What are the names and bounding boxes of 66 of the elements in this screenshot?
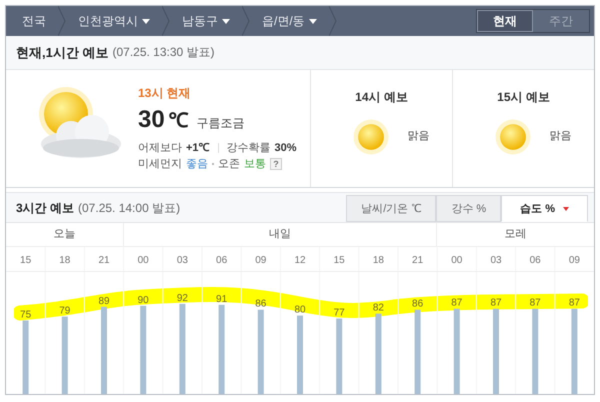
compare-label: 어제보다	[138, 140, 182, 156]
value-label: 89	[98, 296, 110, 307]
day-label: 내일	[268, 227, 291, 242]
hour-label: 09	[255, 255, 266, 266]
value-label: 75	[20, 310, 32, 320]
breadcrumb-item[interactable]: 남동구	[170, 6, 242, 36]
sun-icon	[494, 118, 532, 156]
temperature-unit: ℃	[168, 108, 189, 134]
value-label: 87	[490, 298, 502, 309]
temperature-value: 30	[138, 104, 165, 135]
hour-label: 18	[372, 255, 384, 266]
data-tab[interactable]: 강수 %	[436, 195, 502, 222]
ozone-label: 오존	[218, 157, 240, 172]
current-time-label: 13시 현재	[138, 84, 192, 102]
hour-label: 18	[59, 255, 70, 266]
issued-time: (07.25. 13:30 발표)	[112, 44, 215, 62]
help-button[interactable]: ?	[270, 158, 282, 170]
value-label: 92	[176, 292, 188, 304]
value-label: 79	[59, 306, 70, 317]
breadcrumb-item[interactable]: 인천광역시	[66, 6, 162, 36]
day-label: 모레	[504, 227, 527, 242]
compare-value: +1℃	[186, 140, 210, 156]
breadcrumb-item[interactable]: 전국	[10, 6, 58, 36]
rain-value: 30%	[274, 140, 297, 156]
hour-label: 09	[568, 255, 580, 266]
hour-label: 06	[216, 255, 228, 266]
hour-label: 21	[412, 255, 424, 266]
caret-icon	[563, 206, 569, 211]
hour-label: 21	[98, 255, 110, 266]
forecast-condition: 맑음	[408, 129, 430, 144]
hour-label: 06	[530, 255, 541, 266]
hour-label: 00	[138, 255, 149, 266]
dust-value: 좋음	[186, 157, 208, 172]
view-tab[interactable]: 현재	[477, 10, 533, 32]
day-label: 오늘	[53, 227, 76, 242]
breadcrumb-separator	[328, 6, 337, 36]
value-label: 87	[451, 298, 462, 309]
dust-label: 미세먼지	[138, 157, 182, 172]
breadcrumb-separator	[162, 6, 170, 36]
data-tab[interactable]: 날씨/기온 ℃	[346, 195, 436, 222]
value-label: 90	[138, 294, 149, 306]
value-label: 77	[334, 308, 345, 319]
value-label: 87	[568, 298, 580, 309]
breadcrumb-item[interactable]: 읍/면/동	[250, 6, 329, 36]
condition-text: 구름조금	[196, 114, 245, 132]
section-title: 3시간 예보	[16, 200, 74, 217]
forecast-condition: 맑음	[550, 129, 572, 144]
breadcrumb-separator	[58, 6, 66, 36]
forecast-title: 14시 예보	[355, 88, 408, 106]
rain-label: 강수확률	[226, 140, 271, 156]
hour-label: 15	[20, 255, 32, 266]
hour-label: 12	[294, 255, 306, 266]
value-label: 87	[530, 298, 541, 309]
hour-label: 15	[334, 255, 345, 266]
breadcrumb-separator	[242, 6, 250, 36]
issued-time: (07.25. 14:00 발표)	[78, 200, 180, 217]
hour-label: 03	[490, 255, 502, 266]
forecast-title: 15시 예보	[497, 88, 550, 106]
sun-icon	[352, 118, 390, 156]
section-title: 현재,1시간 예보	[16, 44, 108, 62]
hour-label: 03	[176, 255, 188, 266]
data-tab[interactable]: 습도 %	[501, 195, 588, 222]
ozone-value: 보통	[244, 157, 266, 172]
hour-label: 00	[451, 255, 462, 266]
value-label: 86	[412, 298, 424, 310]
value-label: 82	[372, 302, 384, 314]
